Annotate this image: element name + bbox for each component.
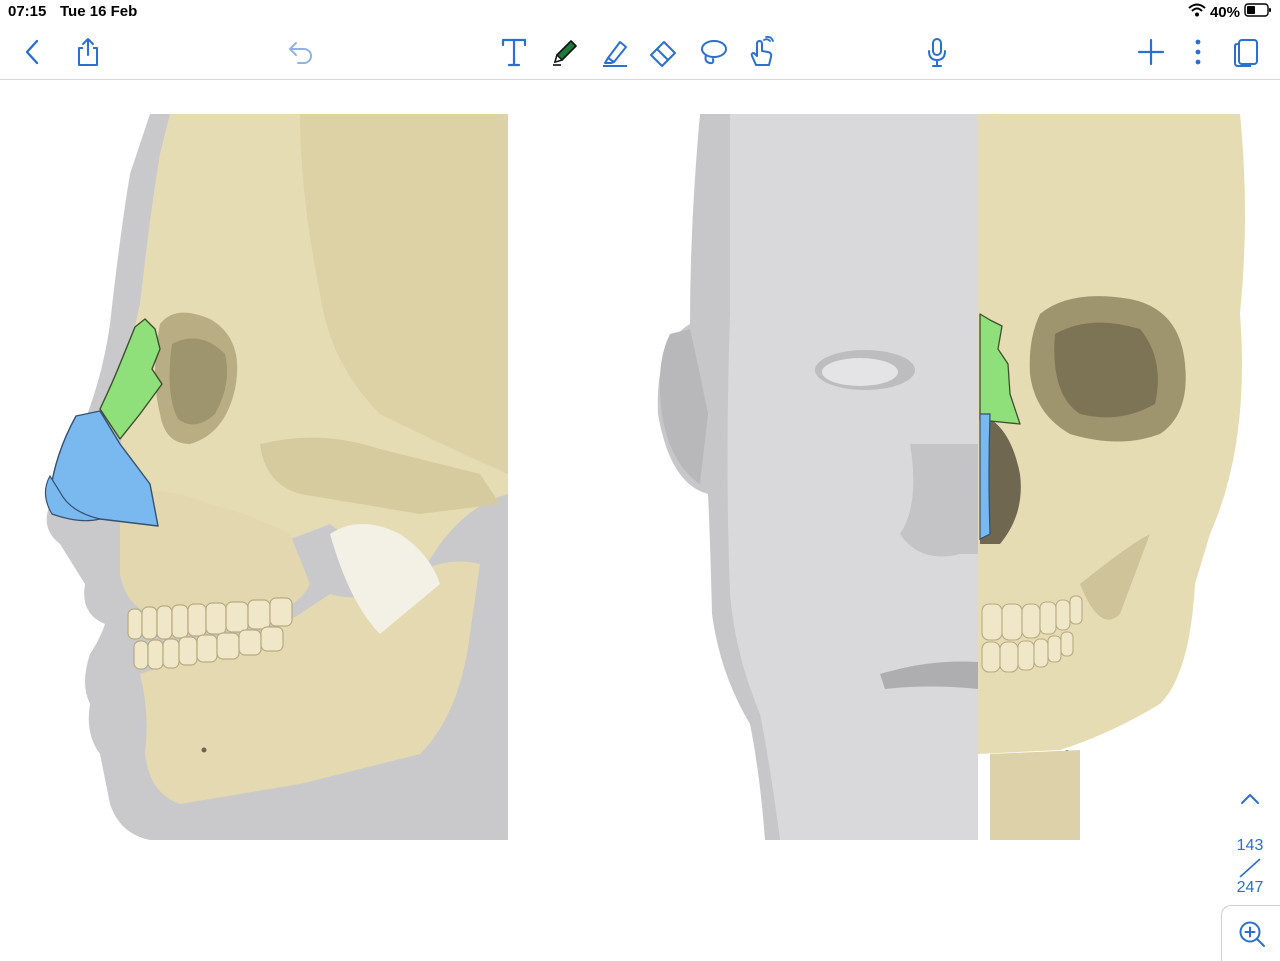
hand-tool-button[interactable] [744, 34, 780, 70]
frontal-half-face-skull-illustration [650, 114, 1250, 840]
microphone-icon [928, 38, 946, 67]
document-canvas[interactable]: 143 247 [0, 81, 1280, 960]
pages-icon [1234, 39, 1258, 67]
text-tool-button[interactable] [496, 34, 532, 70]
chevron-up-icon [1241, 794, 1259, 804]
lasso-tool-button[interactable] [695, 34, 731, 70]
wifi-icon [1188, 3, 1206, 21]
battery-icon [1244, 3, 1272, 21]
highlighter-icon [603, 41, 627, 67]
microphone-button[interactable] [919, 34, 955, 70]
zoom-in-icon [1239, 921, 1265, 947]
pen-tool-button[interactable] [547, 34, 583, 70]
eraser-tool-button[interactable] [645, 34, 681, 70]
undo-icon [289, 42, 312, 64]
toolbar [0, 24, 1280, 80]
eraser-icon [650, 41, 676, 67]
lasso-icon [701, 40, 727, 65]
pages-button[interactable] [1228, 34, 1264, 70]
share-icon [78, 38, 98, 66]
undo-button[interactable] [283, 34, 319, 70]
lateral-skull-illustration [0, 114, 510, 840]
status-right: 40% [1188, 3, 1272, 21]
current-page-number: 143 [1236, 837, 1264, 854]
highlighter-tool-button[interactable] [597, 34, 633, 70]
more-button[interactable] [1180, 34, 1216, 70]
add-button[interactable] [1133, 34, 1169, 70]
text-tool-icon [501, 38, 527, 67]
pen-icon [553, 40, 577, 66]
status-time: 07:15 [8, 3, 47, 20]
battery-percent: 40% [1209, 3, 1240, 21]
back-button[interactable] [15, 34, 51, 70]
page-up-button[interactable] [1238, 791, 1262, 812]
zoom-button[interactable] [1221, 905, 1280, 961]
plus-icon [1137, 38, 1165, 66]
status-bar: 07:15 Tue 16 Feb 40% [0, 0, 1280, 24]
status-date: Tue 16 Feb [60, 3, 138, 20]
more-vertical-icon [1195, 39, 1201, 65]
total-pages-number: 247 [1236, 879, 1264, 896]
share-button[interactable] [70, 34, 106, 70]
chevron-left-icon [25, 39, 39, 65]
hand-icon [750, 36, 774, 66]
